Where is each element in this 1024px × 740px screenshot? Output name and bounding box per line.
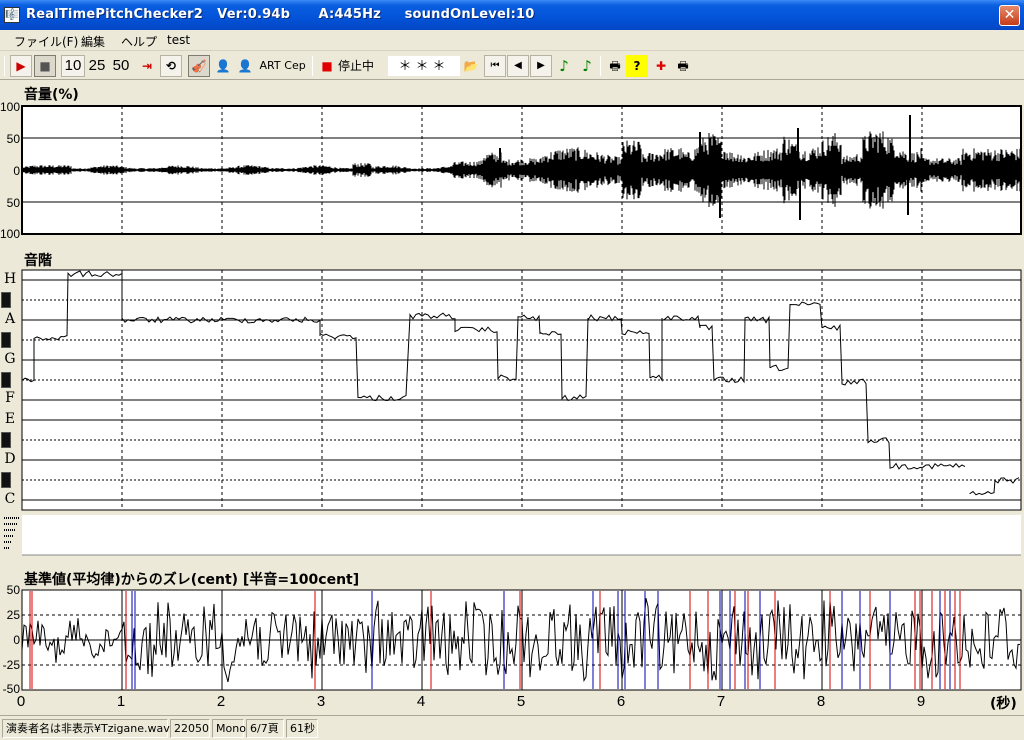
time-unit-label: (秒) (990, 696, 1017, 712)
status-duration: 61秒 (286, 719, 318, 738)
time-tick: 1 (116, 693, 126, 710)
status-channels: Mono (212, 719, 246, 738)
status-page: 6/7頁 (246, 719, 284, 738)
time-tick: 3 (316, 693, 326, 710)
time-tick: 8 (816, 693, 826, 710)
status-bar: 演奏者名は非表示¥Tzigane.wav 22050 Mono 6/7頁 61秒 (0, 715, 1024, 740)
time-tick: 9 (916, 693, 926, 710)
time-tick: 4 (416, 693, 426, 710)
time-tick: 7 (716, 693, 726, 710)
strip-area (22, 515, 1021, 555)
status-sample-rate: 22050 (170, 719, 210, 738)
time-tick: 6 (616, 693, 626, 710)
time-tick: 0 (16, 693, 26, 710)
analysis-plots[interactable] (0, 0, 1024, 715)
time-tick: 2 (216, 693, 226, 710)
status-file: 演奏者名は非表示¥Tzigane.wav (2, 719, 170, 738)
time-tick: 5 (516, 693, 526, 710)
